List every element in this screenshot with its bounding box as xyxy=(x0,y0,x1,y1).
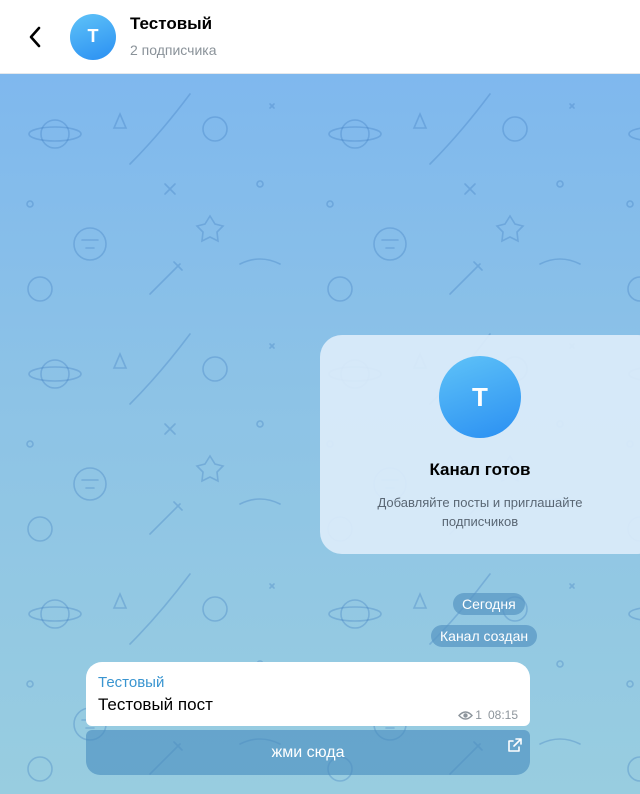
message-text: Тестовый пост xyxy=(98,695,213,714)
external-link-icon xyxy=(508,738,522,752)
back-button[interactable] xyxy=(0,0,70,74)
channel-info[interactable]: Тестовый 2 подписчика xyxy=(130,13,217,59)
inline-url-button[interactable]: жми сюда xyxy=(86,730,530,775)
eye-icon xyxy=(458,710,474,720)
channel-title: Тестовый xyxy=(130,13,213,33)
channel-ready-card: T Канал готов Добавляйте посты и приглаш… xyxy=(320,335,640,554)
channel-avatar[interactable]: T xyxy=(70,13,116,60)
card-title: Канал готов xyxy=(429,460,531,479)
card-avatar: T xyxy=(439,356,521,438)
view-count: 1 xyxy=(475,708,482,722)
message-author[interactable]: Тестовый xyxy=(98,674,164,691)
subscribers-count: 2 подписчика xyxy=(130,41,217,58)
message-meta: 1 08:15 xyxy=(458,708,518,722)
message-bubble[interactable]: Тестовый Тестовый пост 1 08:15 xyxy=(86,662,530,726)
service-message-created: Канал создан xyxy=(431,625,538,647)
chevron-left-icon xyxy=(29,26,41,47)
card-description: Добавляйте посты и приглашайте подписчик… xyxy=(377,495,583,529)
inline-button-label: жми сюда xyxy=(271,743,345,761)
message-time: 08:15 xyxy=(487,708,518,722)
chat-header: T Тестовый 2 подписчика xyxy=(0,0,640,74)
date-separator: Сегодня xyxy=(453,593,525,615)
